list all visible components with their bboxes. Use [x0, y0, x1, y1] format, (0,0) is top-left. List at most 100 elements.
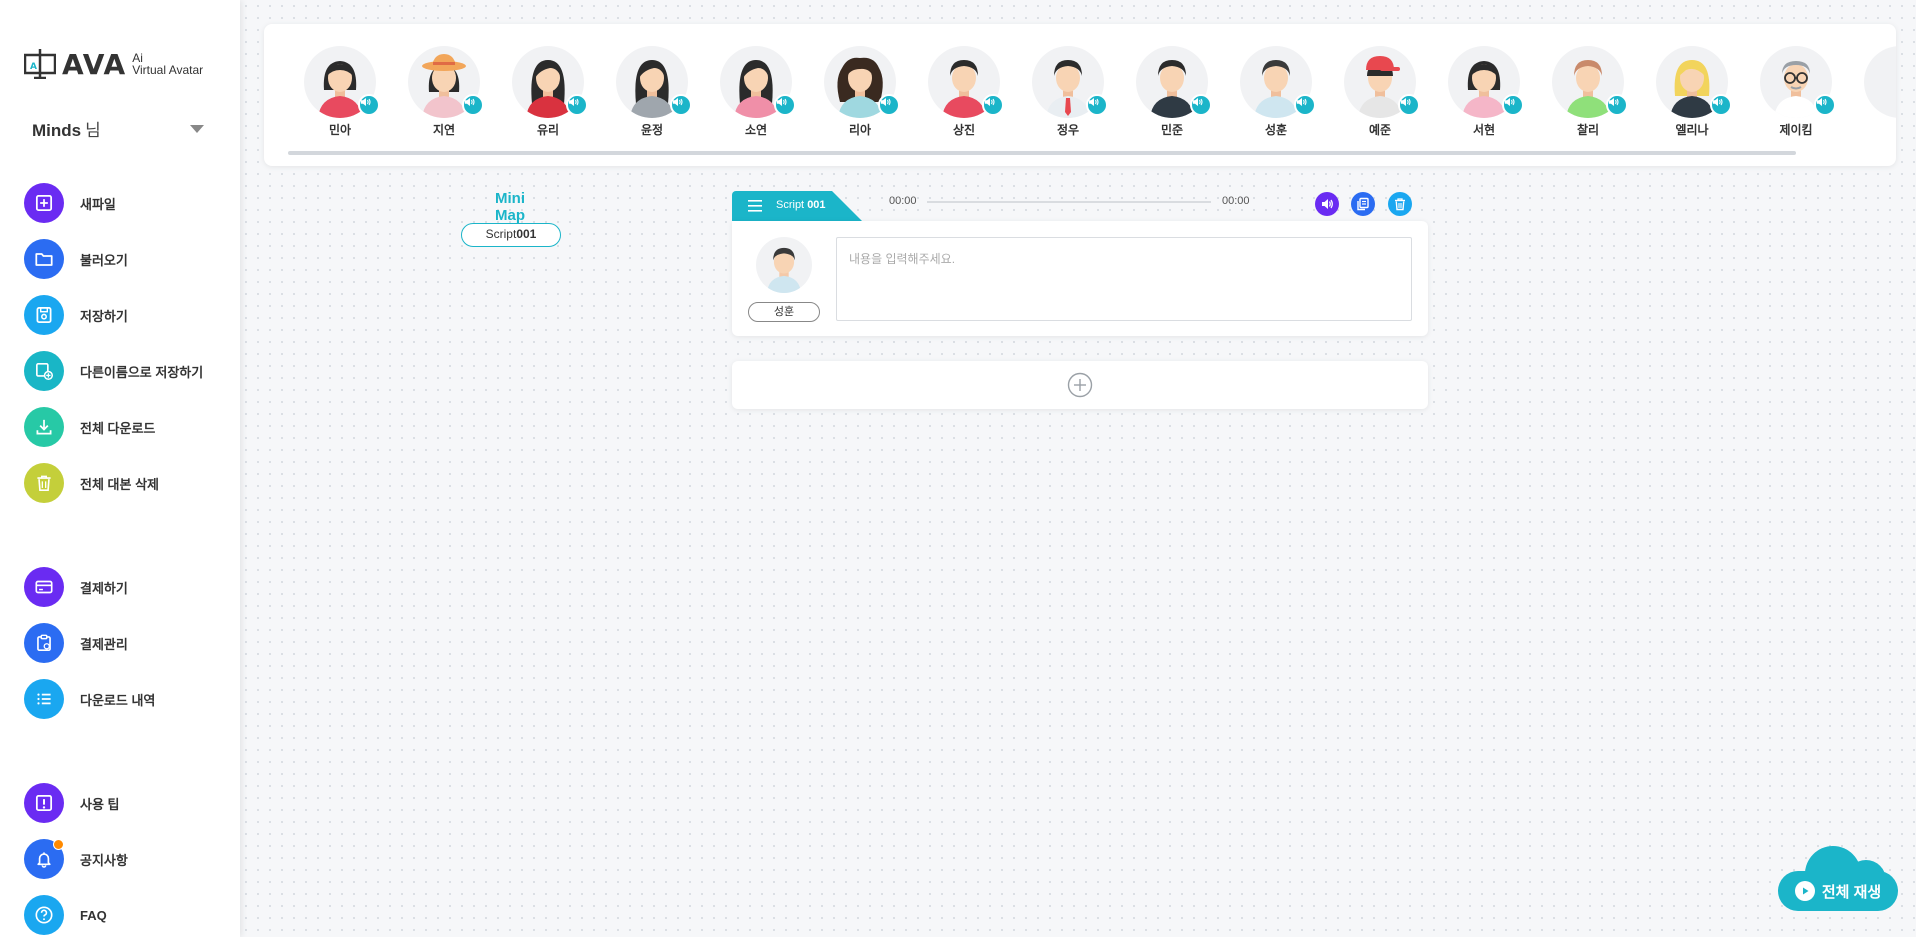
avatar-item[interactable]: 엘리나 — [1656, 46, 1732, 138]
timeline-track[interactable] — [927, 201, 1211, 203]
speaker-name-button[interactable]: 성훈 — [748, 302, 820, 322]
ava-logo[interactable]: A AVA Ai Virtual Avatar — [24, 44, 203, 84]
speaker-icon[interactable] — [1294, 94, 1316, 116]
avatar-item-partial[interactable] — [1864, 46, 1896, 118]
minimap-script-item[interactable]: Script001 — [461, 223, 561, 247]
sidebar-item-plus-square[interactable]: 새파일 — [24, 183, 116, 223]
user-account[interactable]: Minds 님 — [32, 116, 204, 141]
question-icon — [24, 895, 64, 935]
copy-button[interactable] — [1351, 192, 1375, 216]
script-text-input[interactable] — [836, 237, 1412, 321]
sidebar-item-question[interactable]: FAQ — [24, 895, 107, 935]
avatar-item[interactable]: 성훈 — [1240, 46, 1316, 138]
speaker-icon[interactable] — [774, 94, 796, 116]
avatar-item[interactable]: 소연 — [720, 46, 796, 138]
avatar-name: 정우 — [1056, 123, 1080, 137]
sidebar-item-clipboard[interactable]: 결제관리 — [24, 623, 128, 663]
sidebar-item-alert[interactable]: 사용 팁 — [24, 783, 120, 823]
list-icon — [24, 679, 64, 719]
add-script-button[interactable] — [732, 361, 1428, 409]
avatar-name: 성훈 — [1264, 123, 1288, 137]
logo-icon: A — [24, 49, 56, 79]
hamburger-icon[interactable] — [748, 200, 762, 212]
speaker-icon[interactable] — [670, 94, 692, 116]
avatar-image — [1552, 46, 1628, 118]
avatar-name: 제이킴 — [1779, 123, 1813, 137]
speaker-icon[interactable] — [1398, 94, 1420, 116]
alert-icon — [24, 783, 64, 823]
speaker-avatar[interactable] — [756, 237, 812, 293]
avatar-scrollbar[interactable] — [288, 151, 1796, 155]
avatar-item[interactable]: 서현 — [1448, 46, 1524, 138]
sidebar-item-label: 불러오기 — [80, 252, 128, 268]
avatar-item[interactable]: 리아 — [824, 46, 900, 138]
speaker-icon[interactable] — [1086, 94, 1108, 116]
voice-icon — [1322, 199, 1333, 209]
time-end: 00:00 — [1222, 195, 1250, 207]
sidebar-item-save-as[interactable]: 다른이름으로 저장하기 — [24, 351, 203, 391]
sidebar-item-list[interactable]: 다운로드 내역 — [24, 679, 155, 719]
sidebar-item-label: 다른이름으로 저장하기 — [80, 364, 204, 380]
script-tab-label: Script 001 — [776, 199, 826, 211]
save-as-icon — [24, 351, 64, 391]
avatar-item[interactable]: 찰리 — [1552, 46, 1628, 138]
avatar-name: 서현 — [1472, 123, 1496, 137]
minimap-script-prefix: Script — [485, 227, 517, 241]
folder-icon — [24, 239, 64, 279]
logo-text: AVA — [62, 47, 127, 81]
minimap-script-number: 001 — [516, 227, 537, 241]
speaker-icon[interactable] — [358, 94, 380, 116]
speaker-icon[interactable] — [1502, 94, 1524, 116]
avatar-image — [1032, 46, 1108, 118]
avatar-item[interactable]: 지연 — [408, 46, 484, 138]
svg-text:A: A — [30, 62, 37, 72]
minimap-title: Mini Map — [495, 190, 525, 224]
speaker-icon[interactable] — [1814, 94, 1836, 116]
play-all-label: 전체 재생 — [1821, 883, 1882, 901]
speaker-icon[interactable] — [982, 94, 1004, 116]
trash-icon — [24, 463, 64, 503]
sidebar-item-bell[interactable]: 공지사항 — [24, 839, 128, 879]
sidebar-item-save[interactable]: 저장하기 — [24, 295, 128, 335]
avatar-image — [408, 46, 484, 118]
add-circle-icon — [1067, 372, 1093, 398]
sidebar-item-label: 저장하기 — [80, 308, 128, 324]
avatar-item[interactable]: 예준 — [1344, 46, 1420, 138]
speaker-icon[interactable] — [566, 94, 588, 116]
avatar-item[interactable]: 윤정 — [616, 46, 692, 138]
sidebar-item-label: 공지사항 — [80, 852, 128, 868]
sidebar-item-trash[interactable]: 전체 대본 삭제 — [24, 463, 159, 503]
avatar-item[interactable]: 유리 — [512, 46, 588, 138]
sidebar-item-credit-card[interactable]: 결제하기 — [24, 567, 128, 607]
notification-badge — [53, 839, 64, 850]
voice-button[interactable] — [1315, 192, 1339, 216]
sidebar-item-download[interactable]: 전체 다운로드 — [24, 407, 155, 447]
avatar-item[interactable]: 민준 — [1136, 46, 1212, 138]
script-tab[interactable]: Script 001 — [732, 191, 862, 221]
avatar-item[interactable]: 상진 — [928, 46, 1004, 138]
avatar-name: 상진 — [952, 123, 976, 137]
avatar-item[interactable]: 제이킴 — [1760, 46, 1836, 138]
avatar-name: 엘리나 — [1675, 123, 1709, 137]
delete-icon — [1395, 198, 1405, 211]
speaker-icon[interactable] — [1190, 94, 1212, 116]
save-icon — [24, 295, 64, 335]
credit-card-icon — [24, 567, 64, 607]
avatar-name: 윤정 — [640, 123, 664, 137]
sidebar-item-label: 전체 다운로드 — [80, 420, 156, 436]
speaker-icon[interactable] — [878, 94, 900, 116]
chevron-down-icon[interactable] — [190, 124, 204, 133]
script-tab-number: 001 — [807, 199, 826, 211]
logo-subtitle-line2: Virtual Avatar — [132, 63, 204, 77]
speaker-icon[interactable] — [1606, 94, 1628, 116]
avatar-item[interactable]: 민아 — [304, 46, 380, 138]
avatar-item[interactable]: 정우 — [1032, 46, 1108, 138]
play-all-button[interactable]: 전체 재생 — [1778, 871, 1898, 911]
speaker-icon[interactable] — [462, 94, 484, 116]
delete-button[interactable] — [1388, 192, 1412, 216]
sidebar-item-label: 새파일 — [80, 196, 116, 212]
sidebar-item-label: 결제관리 — [80, 636, 128, 652]
avatar-image — [1344, 46, 1420, 118]
sidebar-item-folder[interactable]: 불러오기 — [24, 239, 128, 279]
speaker-icon[interactable] — [1710, 94, 1732, 116]
